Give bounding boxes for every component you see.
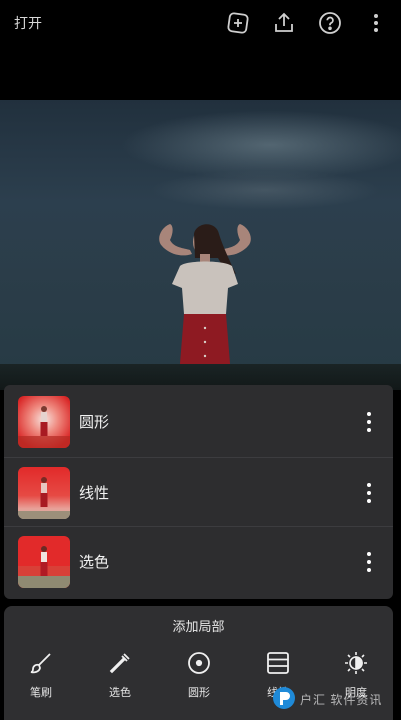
help-icon[interactable]: [317, 10, 343, 36]
photo-canvas[interactable]: [0, 100, 401, 390]
tool-label: 选色: [109, 687, 131, 699]
add-layer-icon[interactable]: [225, 10, 251, 36]
more-vertical-icon[interactable]: [363, 10, 389, 36]
mask-item-linear[interactable]: 线性: [4, 458, 393, 527]
mask-item-color[interactable]: 选色: [4, 527, 393, 596]
more-vertical-icon[interactable]: [361, 480, 377, 506]
mask-label: 圆形: [79, 414, 110, 431]
mask-label: 选色: [79, 554, 110, 571]
tool-radial[interactable]: 圆形: [169, 646, 229, 710]
cloud: [150, 170, 380, 210]
mask-thumbnail: [18, 536, 70, 588]
tool-label: 圆形: [188, 687, 210, 699]
watermark-logo: 户汇 软件资讯: [272, 686, 397, 712]
tool-label: 笔刷: [30, 687, 52, 699]
open-button[interactable]: 打开: [14, 13, 42, 33]
mask-item-radial[interactable]: 圆形: [4, 387, 393, 456]
luminance-icon: [345, 652, 367, 674]
mask-thumbnail: [18, 396, 70, 448]
more-vertical-icon[interactable]: [361, 409, 377, 435]
toolbar-actions: [225, 10, 389, 36]
radial-icon: [188, 652, 210, 674]
top-toolbar: 打开: [0, 0, 401, 100]
sheet-title: 添加局部: [172, 619, 225, 634]
watermark-text: 户汇 软件资讯: [300, 693, 383, 707]
eyedropper-icon: [109, 653, 130, 674]
mask-label: 线性: [79, 485, 110, 502]
brush-icon: [30, 653, 51, 674]
tool-brush[interactable]: 笔刷: [11, 646, 71, 710]
mask-list-panel: 圆形 线性 选色: [4, 385, 393, 599]
more-vertical-icon[interactable]: [361, 549, 377, 575]
share-icon[interactable]: [271, 10, 297, 36]
tool-color-select[interactable]: 选色: [90, 646, 150, 710]
linear-icon: [267, 652, 289, 674]
mask-thumbnail: [18, 467, 70, 519]
